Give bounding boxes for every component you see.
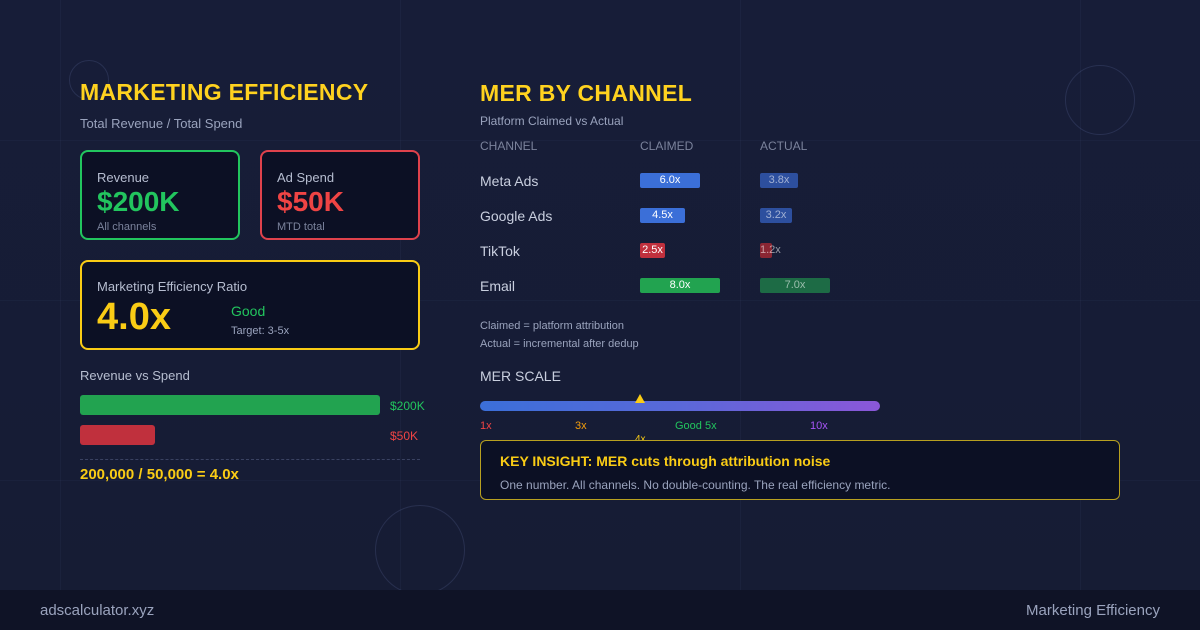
page-title: MARKETING EFFICIENCY: [80, 79, 369, 105]
column-header-claimed: CLAIMED: [640, 139, 694, 153]
decorative-circle: [1065, 65, 1135, 135]
formula: 200,000 / 50,000 = 4.0x: [80, 466, 239, 483]
comparison-title: Revenue vs Spend: [80, 368, 190, 383]
scale-tick-5x: Good 5x: [675, 420, 717, 432]
mer-value: 4.0x: [97, 296, 171, 338]
revenue-value: $200K: [97, 186, 180, 217]
actual-pill: 3.8x: [760, 173, 798, 188]
footer-site-link[interactable]: adscalculator.xyz: [40, 602, 154, 619]
ad-spend-note: MTD total: [277, 221, 325, 233]
mer-label: Marketing Efficiency Ratio: [97, 279, 248, 294]
revenue-card: Revenue $200K All channels: [80, 150, 240, 240]
grid-line: [60, 0, 61, 590]
mer-scale-bar: [480, 401, 880, 411]
footer: adscalculator.xyz Marketing Efficiency: [0, 590, 1200, 630]
spend-bar-label: $50K: [390, 429, 419, 443]
claimed-pill: 8.0x: [640, 278, 720, 293]
page-subtitle: Total Revenue / Total Spend: [80, 116, 243, 131]
mer-target: Target: 3-5x: [231, 325, 290, 337]
scale-tick-10x: 10x: [810, 420, 828, 432]
grid-line: [0, 140, 1200, 141]
revenue-bar: [80, 395, 380, 415]
decorative-circle: [375, 505, 465, 595]
revenue-bar-label: $200K: [390, 399, 425, 413]
spend-bar: [80, 425, 155, 445]
claimed-pill: 4.5x: [640, 208, 685, 223]
divider: [80, 459, 420, 460]
revenue-note: All channels: [97, 221, 157, 233]
legend-note-actual: Actual = incremental after dedup: [480, 338, 639, 350]
insight-title: KEY INSIGHT: MER cuts through attributio…: [500, 453, 831, 469]
mer-card: Marketing Efficiency Ratio 4.0x Good Tar…: [80, 260, 420, 350]
channel-section-subtitle: Platform Claimed vs Actual: [480, 114, 624, 128]
insight-body: One number. All channels. No double-coun…: [500, 478, 891, 492]
ad-spend-card: Ad Spend $50K MTD total: [260, 150, 420, 240]
legend-note-claimed: Claimed = platform attribution: [480, 320, 624, 332]
ad-spend-label: Ad Spend: [277, 170, 335, 185]
channel-name: Email: [480, 278, 516, 294]
actual-pill: 1.2x: [760, 243, 781, 258]
ad-spend-value: $50K: [277, 186, 344, 217]
column-header-actual: ACTUAL: [760, 139, 808, 153]
scale-title: MER SCALE: [480, 368, 561, 384]
insight-box: KEY INSIGHT: MER cuts through attributio…: [480, 440, 1120, 500]
column-header-channel: CHANNEL: [480, 139, 538, 153]
grid-line: [740, 0, 741, 590]
channel-name: Meta Ads: [480, 173, 539, 189]
scale-tick-3x: 3x: [575, 420, 587, 432]
claimed-pill: 2.5x: [640, 243, 665, 258]
scale-marker-icon: [635, 394, 645, 403]
footer-page-name: Marketing Efficiency: [1026, 602, 1160, 619]
revenue-label: Revenue: [97, 170, 150, 185]
claimed-pill: 6.0x: [640, 173, 700, 188]
actual-pill: 3.2x: [760, 208, 792, 223]
channel-section-title: MER BY CHANNEL: [480, 80, 693, 106]
scale-tick-1x: 1x: [480, 420, 492, 432]
channel-name: TikTok: [480, 243, 520, 259]
channel-name: Google Ads: [480, 208, 553, 224]
actual-pill: 7.0x: [760, 278, 830, 293]
mer-status: Good: [231, 303, 266, 319]
